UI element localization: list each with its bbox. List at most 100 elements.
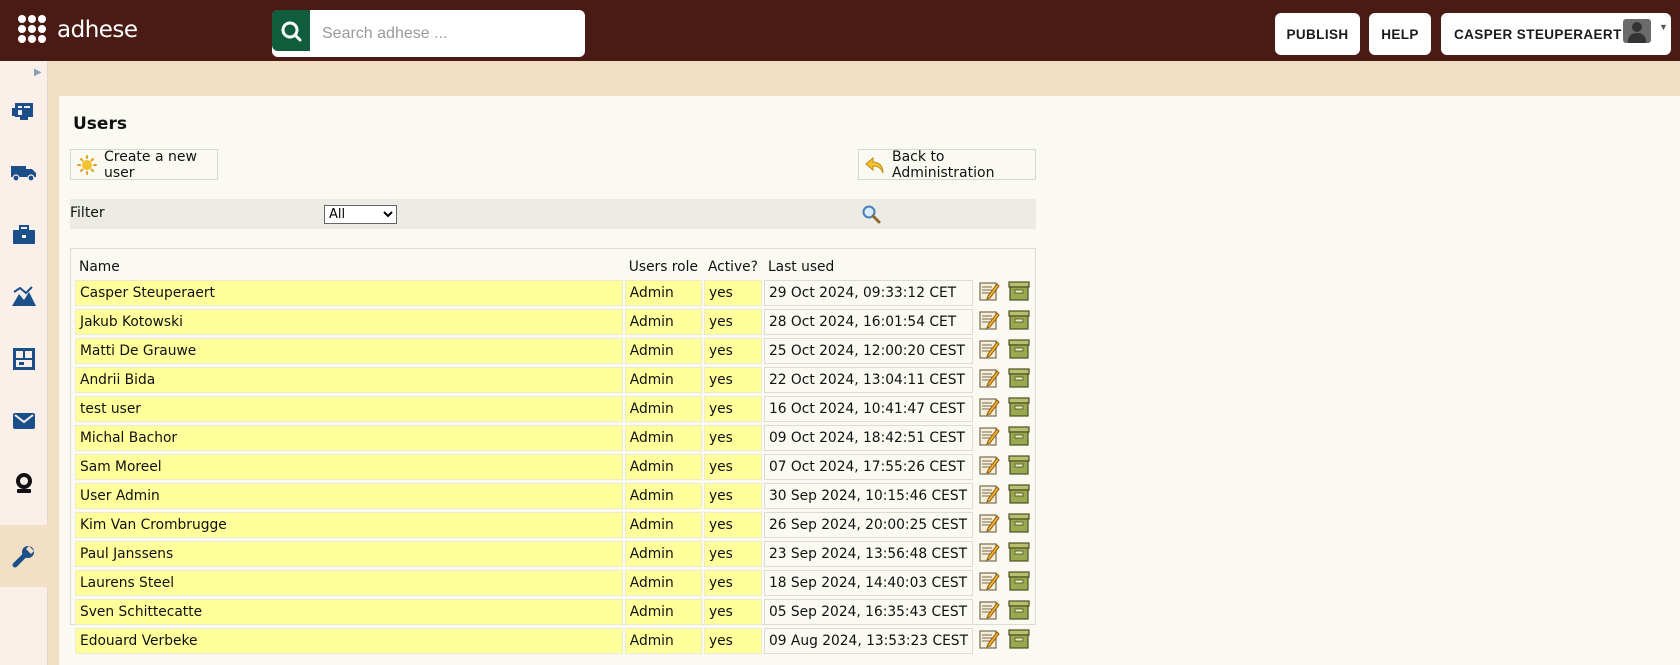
archive-user-button[interactable] xyxy=(1005,280,1033,306)
filter-search-button[interactable] xyxy=(861,204,881,228)
table-row[interactable]: Edouard Verbeke Admin yes 09 Aug 2024, 13:5… xyxy=(75,628,1033,654)
archive-user-button[interactable] xyxy=(1005,541,1033,567)
logo-grid-icon xyxy=(17,14,47,45)
archive-icon xyxy=(1008,455,1030,480)
edit-icon xyxy=(978,514,1000,538)
edit-user-button[interactable] xyxy=(975,280,1003,306)
archive-icon xyxy=(1008,513,1030,538)
sidebar-item-delivery[interactable] xyxy=(0,142,48,204)
edit-icon xyxy=(978,311,1000,335)
edit-user-button[interactable] xyxy=(975,570,1003,596)
user-name-cell[interactable]: Edouard Verbeke xyxy=(75,628,623,654)
user-role-cell: Admin xyxy=(624,599,702,625)
table-row[interactable]: test user Admin yes 16 Oct 2024, 10:41:47 C… xyxy=(75,396,1033,422)
edit-icon xyxy=(978,630,1000,654)
archive-icon xyxy=(1008,600,1030,625)
table-row[interactable]: Kim Van Crombrugge Admin yes 26 Sep 2024, 2… xyxy=(75,512,1033,538)
column-header-active[interactable]: Active? xyxy=(704,256,762,277)
user-last-used-cell: 28 Oct 2024, 16:01:54 CET xyxy=(763,309,973,335)
sidebar-item-dashboard[interactable] xyxy=(0,80,48,142)
expand-sidebar-icon[interactable]: ▶ xyxy=(34,67,42,78)
user-name-cell[interactable]: Michal Bachor xyxy=(75,425,623,451)
archive-icon xyxy=(1008,368,1030,393)
archive-user-button[interactable] xyxy=(1005,367,1033,393)
edit-user-button[interactable] xyxy=(975,338,1003,364)
table-row[interactable]: Laurens Steel Admin yes 18 Sep 2024, 14:40:… xyxy=(75,570,1033,596)
create-user-button[interactable]: Create a new user xyxy=(70,149,218,181)
archive-icon xyxy=(1008,484,1030,509)
sidebar-item-campaigns[interactable] xyxy=(0,204,48,266)
archive-icon xyxy=(1008,571,1030,596)
user-menu-button[interactable]: CASPER STEUPERAERT ▼ xyxy=(1441,13,1671,55)
adhese-logo[interactable]: adhese xyxy=(17,14,138,45)
back-to-administration-button[interactable]: Back to Administration xyxy=(858,149,1036,181)
table-row[interactable]: Matti De Grauwe Admin yes 25 Oct 2024, 12:0… xyxy=(75,338,1033,364)
table-row[interactable]: Andrii Bida Admin yes 22 Oct 2024, 13:04:11… xyxy=(75,367,1033,393)
user-name-cell[interactable]: Laurens Steel xyxy=(75,570,623,596)
user-name-cell[interactable]: Matti De Grauwe xyxy=(75,338,623,364)
mail-icon xyxy=(13,413,35,429)
table-row[interactable]: Paul Janssens Admin yes 23 Sep 2024, 13:56:… xyxy=(75,541,1033,567)
column-header-role[interactable]: Users role xyxy=(625,256,702,277)
edit-user-button[interactable] xyxy=(975,309,1003,335)
user-last-used-cell: 18 Sep 2024, 14:40:03 CEST xyxy=(763,570,973,596)
archive-user-button[interactable] xyxy=(1005,628,1033,654)
table-row[interactable]: Jakub Kotowski Admin yes 28 Oct 2024, 16:01… xyxy=(75,309,1033,335)
edit-user-button[interactable] xyxy=(975,483,1003,509)
archive-user-button[interactable] xyxy=(1005,454,1033,480)
table-row[interactable]: Sam Moreel Admin yes 07 Oct 2024, 17:55:26 … xyxy=(75,454,1033,480)
user-active-cell: yes xyxy=(703,483,762,509)
edit-user-button[interactable] xyxy=(975,541,1003,567)
user-role-cell: Admin xyxy=(624,454,702,480)
table-row[interactable]: Michal Bachor Admin yes 09 Oct 2024, 18:42:… xyxy=(75,425,1033,451)
user-last-used-cell: 22 Oct 2024, 13:04:11 CEST xyxy=(763,367,973,393)
table-row[interactable]: Casper Steuperaert Admin yes 29 Oct 2024, 0… xyxy=(75,280,1033,306)
sidebar-item-layouts[interactable] xyxy=(0,328,48,390)
column-header-last-used[interactable]: Last used xyxy=(764,256,973,277)
edit-user-button[interactable] xyxy=(975,454,1003,480)
user-name-cell[interactable]: Jakub Kotowski xyxy=(75,309,623,335)
user-active-cell: yes xyxy=(703,425,762,451)
edit-user-button[interactable] xyxy=(975,599,1003,625)
user-role-cell: Admin xyxy=(624,512,702,538)
sidebar-item-monitoring[interactable] xyxy=(0,452,48,514)
archive-user-button[interactable] xyxy=(1005,425,1033,451)
user-name-cell[interactable]: Kim Van Crombrugge xyxy=(75,512,623,538)
sidebar-item-messages[interactable] xyxy=(0,390,48,452)
sidebar-item-administration[interactable] xyxy=(0,525,48,587)
edit-user-button[interactable] xyxy=(975,367,1003,393)
search-button[interactable] xyxy=(272,10,310,51)
user-name-cell[interactable]: Paul Janssens xyxy=(75,541,623,567)
archive-user-button[interactable] xyxy=(1005,396,1033,422)
table-row[interactable]: Sven Schittecatte Admin yes 05 Sep 2024, 16… xyxy=(75,599,1033,625)
publish-button[interactable]: PUBLISH xyxy=(1275,13,1360,55)
archive-user-button[interactable] xyxy=(1005,599,1033,625)
user-name-cell[interactable]: test user xyxy=(75,396,623,422)
search-input[interactable] xyxy=(310,10,585,57)
archive-user-button[interactable] xyxy=(1005,338,1033,364)
user-name-cell[interactable]: Andrii Bida xyxy=(75,367,623,393)
avatar xyxy=(1623,19,1651,43)
back-arrow-icon xyxy=(865,155,885,175)
edit-user-button[interactable] xyxy=(975,396,1003,422)
table-row[interactable]: User Admin Admin yes 30 Sep 2024, 10:15:46 … xyxy=(75,483,1033,509)
archive-icon xyxy=(1008,629,1030,654)
user-name-cell[interactable]: Casper Steuperaert xyxy=(75,280,623,306)
archive-user-button[interactable] xyxy=(1005,309,1033,335)
help-button[interactable]: HELP xyxy=(1369,13,1431,55)
archive-user-button[interactable] xyxy=(1005,483,1033,509)
edit-user-button[interactable] xyxy=(975,628,1003,654)
user-name-cell[interactable]: User Admin xyxy=(75,483,623,509)
archive-icon xyxy=(1008,310,1030,335)
user-name-cell[interactable]: Sam Moreel xyxy=(75,454,623,480)
edit-user-button[interactable] xyxy=(975,512,1003,538)
edit-user-button[interactable] xyxy=(975,425,1003,451)
user-name-cell[interactable]: Sven Schittecatte xyxy=(75,599,623,625)
archive-user-button[interactable] xyxy=(1005,570,1033,596)
filter-select[interactable]: All xyxy=(324,205,397,224)
edit-icon xyxy=(978,572,1000,596)
sidebar-item-reports[interactable] xyxy=(0,266,48,328)
column-header-name[interactable]: Name xyxy=(75,256,623,277)
edit-icon xyxy=(978,398,1000,422)
archive-user-button[interactable] xyxy=(1005,512,1033,538)
